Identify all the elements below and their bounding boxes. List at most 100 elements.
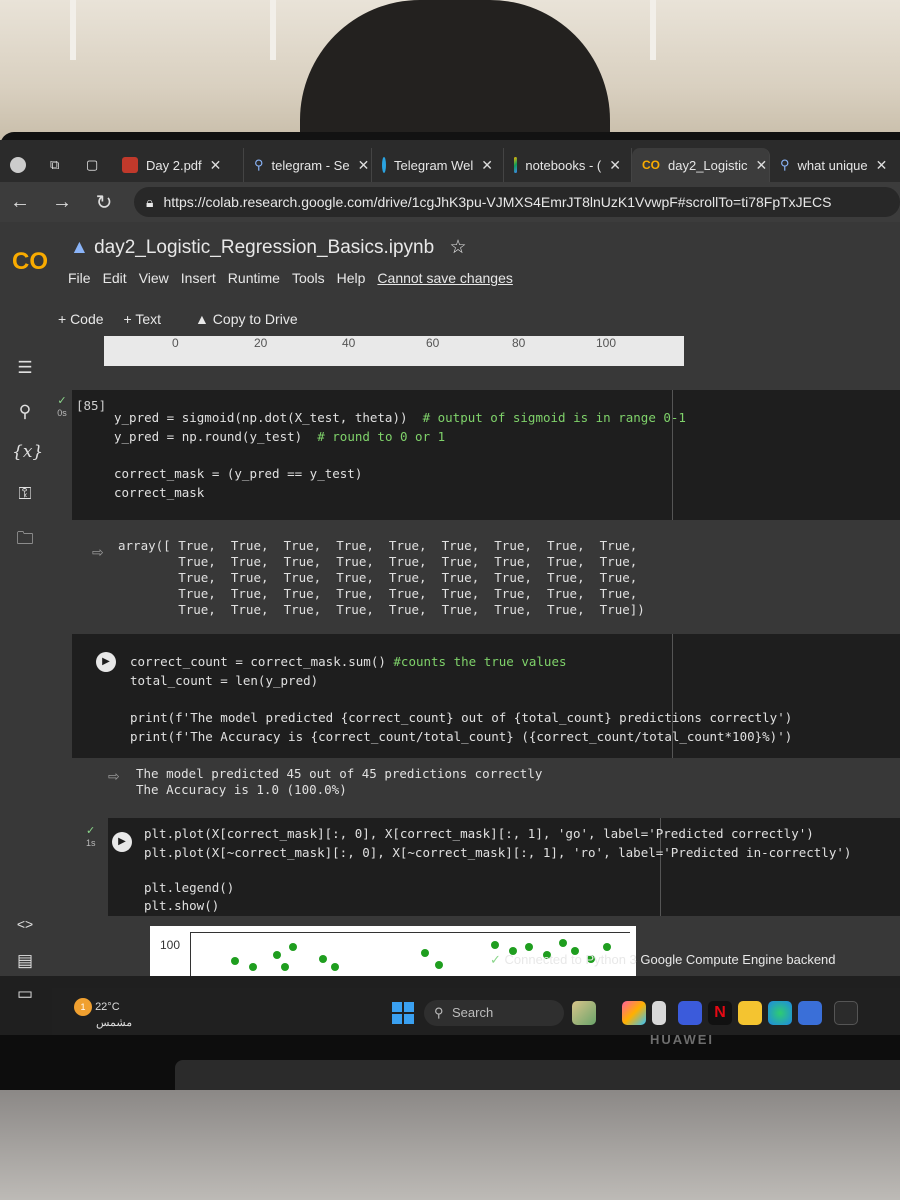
data-point: [421, 949, 429, 957]
code-line: y_pred = sigmoid(np.dot(X_test, theta)) …: [114, 410, 686, 425]
chair-leg: [270, 0, 276, 60]
close-icon[interactable]: ✕: [210, 157, 222, 174]
data-point: [281, 963, 289, 971]
edge-icon[interactable]: [768, 1001, 792, 1025]
axis-tick: 100: [596, 336, 617, 350]
search-icon: ⚲: [434, 1005, 444, 1020]
code-line: plt.legend(): [144, 880, 235, 895]
windows-start-icon[interactable]: [392, 1002, 414, 1024]
exec-time: 0s: [57, 408, 67, 418]
add-code-button[interactable]: + Code: [58, 311, 104, 327]
data-point: [559, 939, 567, 947]
output-line: True, True, True, True, True, True, True…: [118, 602, 645, 617]
drive-icon: ▲: [195, 311, 213, 327]
add-text-button[interactable]: + Text: [124, 311, 162, 327]
variables-icon[interactable]: {x}: [12, 442, 43, 464]
colab-header: CO ▲ day2_Logistic_Regression_Basics.ipy…: [0, 222, 900, 302]
taskbar-search[interactable]: ⚲ Search: [424, 1000, 564, 1026]
copy-to-drive-button[interactable]: ▲ Copy to Drive: [195, 311, 298, 327]
weather-widget[interactable]: 1 22°C مشمس: [74, 998, 132, 1029]
plot-ytick: 100: [160, 938, 181, 952]
code-cell-2[interactable]: ▶ correct_count = correct_mask.sum() #co…: [72, 634, 900, 758]
file-explorer-icon[interactable]: [738, 1001, 762, 1025]
secrets-key-icon[interactable]: ⚿: [12, 484, 38, 506]
scatter-plot-output: 100: [150, 926, 636, 976]
workspaces-button[interactable]: ⧉: [40, 148, 76, 182]
save-warning-link[interactable]: Cannot save changes: [377, 270, 512, 286]
laptop-screen: ⧉ ▢ Day 2.pdf ✕ ⚲ telegram - Se ✕ Telegram …: [0, 140, 900, 1040]
reload-icon[interactable]: ↻: [92, 190, 116, 215]
tab-notebooks[interactable]: notebooks - (✕: [504, 148, 632, 182]
terminal-icon[interactable]: ▭: [12, 984, 38, 1006]
code-line: correct_count = correct_mask.sum() #coun…: [130, 654, 567, 669]
exec-time: 1s: [86, 838, 96, 848]
code-cell-3[interactable]: ▶ plt.plot(X[correct_mask][:, 0], X[corr…: [108, 818, 900, 916]
address-bar-row: ← → ↻ 🔒︎ https://colab.research.google.c…: [0, 182, 900, 222]
menu-runtime[interactable]: Runtime: [228, 270, 280, 286]
app-icon[interactable]: [834, 1001, 858, 1025]
netflix-icon[interactable]: N: [708, 1001, 732, 1025]
tab-telegram-web[interactable]: Telegram Wel ✕: [372, 148, 504, 182]
code-line: total_count = len(y_pred): [130, 673, 319, 688]
data-point: [491, 941, 499, 949]
copilot-icon[interactable]: [622, 1001, 646, 1025]
drive-icon: ▲: [70, 237, 89, 258]
folder-icon[interactable]: 🗀: [12, 526, 38, 548]
output-line: True, True, True, True, True, True, True…: [118, 570, 638, 585]
star-icon[interactable]: ☆: [449, 237, 466, 258]
tab-what-unique[interactable]: ⚲ what unique ✕: [770, 148, 900, 182]
chair-leg: [650, 0, 656, 60]
close-icon[interactable]: ✕: [609, 157, 621, 174]
url-field[interactable]: 🔒︎ https://colab.research.google.com/dri…: [134, 187, 900, 217]
search-icon: ⚲: [254, 157, 264, 172]
output-icon: ⇨: [92, 544, 104, 560]
back-icon[interactable]: ←: [8, 191, 32, 214]
menu-tools[interactable]: Tools: [292, 270, 325, 286]
menu-file[interactable]: File: [68, 270, 91, 286]
browser-tab-bar: ⧉ ▢ Day 2.pdf ✕ ⚲ telegram - Se ✕ Telegram …: [0, 140, 900, 182]
code-line: print(f'The model predicted {correct_cou…: [130, 710, 793, 725]
tab-day2-logistic[interactable]: CO day2_Logistic ✕: [632, 148, 770, 182]
close-icon[interactable]: ✕: [756, 157, 768, 174]
colab-logo[interactable]: CO: [12, 248, 48, 276]
bezel-brand-logo: HUAWEI: [650, 1032, 714, 1047]
output-icon: ⇨: [108, 768, 120, 784]
run-cell-button[interactable]: ▶: [96, 652, 116, 672]
close-icon[interactable]: ✕: [358, 157, 370, 174]
notebook-toolbar: + Code + Text ▲ Copy to Drive: [0, 302, 900, 336]
exec-success-icon: ✓: [86, 825, 96, 837]
menu-insert[interactable]: Insert: [181, 270, 216, 286]
data-point: [249, 963, 257, 971]
axis-tick: 80: [512, 336, 526, 350]
profile-button[interactable]: [0, 148, 40, 182]
search-icon[interactable]: ⚲: [12, 402, 38, 424]
notebook-title[interactable]: ▲ day2_Logistic_Regression_Basics.ipynb …: [70, 236, 467, 259]
menu-help[interactable]: Help: [337, 270, 366, 286]
tab-telegram-search[interactable]: ⚲ telegram - Se ✕: [244, 148, 372, 182]
code-cell-1[interactable]: [85] y_pred = sigmoid(np.dot(X_test, the…: [72, 390, 900, 520]
drive-icon: [514, 157, 518, 173]
code-snippets-icon[interactable]: <>: [12, 916, 38, 938]
laptop-base: [0, 1090, 900, 1200]
command-palette-icon[interactable]: ▤: [12, 951, 38, 973]
teams-icon[interactable]: [678, 1001, 702, 1025]
output-line: True, True, True, True, True, True, True…: [118, 586, 638, 601]
close-icon[interactable]: ✕: [876, 157, 888, 174]
menu-view[interactable]: View: [139, 270, 169, 286]
store-icon[interactable]: [798, 1001, 822, 1025]
menu-edit[interactable]: Edit: [103, 270, 127, 286]
weather-sun-icon: 1: [74, 998, 92, 1016]
table-of-contents-icon[interactable]: ☰: [12, 358, 38, 380]
close-icon[interactable]: ✕: [481, 157, 493, 174]
exec-count: [85]: [76, 398, 107, 413]
pdf-icon: [122, 157, 138, 173]
file-icon[interactable]: [652, 1001, 666, 1025]
forward-icon[interactable]: →: [50, 191, 74, 214]
tab-day2-pdf[interactable]: Day 2.pdf ✕: [112, 148, 244, 182]
axis-tick: 60: [426, 336, 440, 350]
widget-app-icon[interactable]: [572, 1001, 596, 1025]
run-cell-button[interactable]: ▶: [112, 832, 132, 852]
axis-tick: 20: [254, 336, 268, 350]
tab-actions-button[interactable]: ▢: [76, 148, 112, 182]
colab-icon: CO: [642, 158, 660, 172]
